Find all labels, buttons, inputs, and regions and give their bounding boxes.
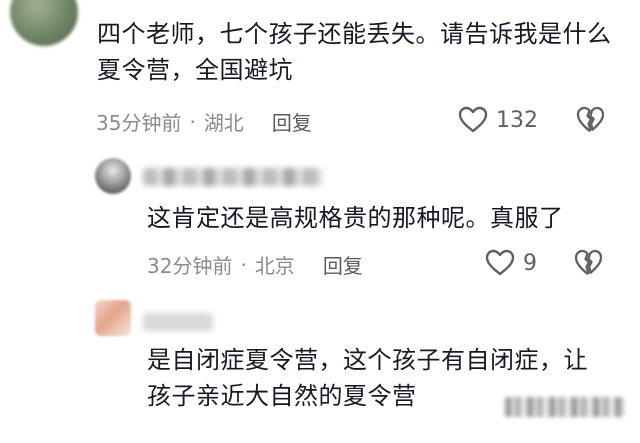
comment-text: 四个老师，七个孩子还能丢失。请告诉我是什么夏令营，全国避坑 <box>97 20 612 84</box>
like-button[interactable]: 9 <box>485 249 537 277</box>
heart-outline-icon <box>458 106 488 133</box>
reply-avatar[interactable] <box>95 158 131 194</box>
comment-location: 湖北 <box>203 111 244 135</box>
reply-location: 北京 <box>254 254 295 278</box>
watermark <box>505 397 625 417</box>
broken-heart-icon <box>576 106 605 132</box>
comment-meta: 35分钟前 · 湖北 回复 <box>96 107 312 136</box>
reply-button[interactable]: 回复 <box>323 250 363 279</box>
like-button[interactable]: 132 <box>458 106 538 134</box>
broken-heart-icon <box>574 249 603 275</box>
reply-text: 这肯定还是高规格贵的那种呢。真服了 <box>147 204 564 232</box>
meta-separator: · <box>189 109 196 134</box>
reply-meta: 32分钟前 · 北京 回复 <box>147 250 363 279</box>
comment-time: 35分钟前 <box>96 111 182 135</box>
reply-button[interactable]: 回复 <box>272 107 312 136</box>
reply-time: 32分钟前 <box>147 254 233 278</box>
reply-username[interactable] <box>143 313 213 331</box>
like-count: 9 <box>523 250 537 276</box>
commenter-avatar[interactable] <box>10 0 78 46</box>
meta-separator: · <box>240 252 247 277</box>
heart-outline-icon <box>485 249 515 276</box>
dislike-button[interactable] <box>574 249 603 281</box>
reply-avatar[interactable] <box>95 300 131 336</box>
dislike-button[interactable] <box>576 106 605 138</box>
reply-username[interactable] <box>143 168 323 186</box>
like-count: 132 <box>496 107 538 133</box>
